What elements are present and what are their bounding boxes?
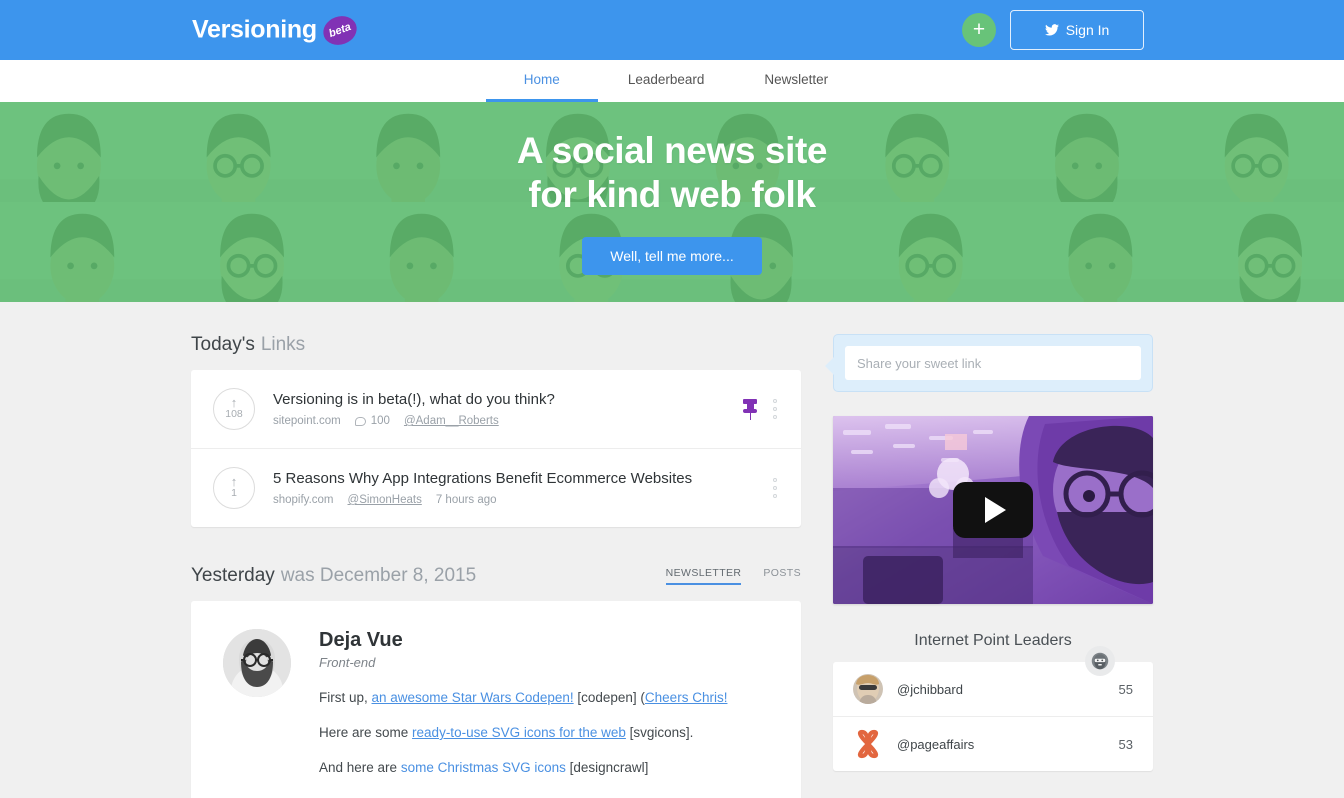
row-actions — [771, 476, 779, 500]
newsletter-text: [codepen] ( — [573, 690, 645, 705]
share-link-input[interactable] — [845, 346, 1141, 380]
leader-handle[interactable]: @pageaffairs — [897, 737, 1105, 752]
hero-cta-button[interactable]: Well, tell me more... — [582, 236, 762, 275]
flower-logo-icon — [857, 729, 879, 759]
link-title[interactable]: 5 Reasons Why App Integrations Benefit E… — [273, 470, 753, 488]
main-content: Today's Links ↑ 108 Versioning is in bet… — [191, 302, 1153, 798]
row-actions — [743, 397, 779, 421]
yesterday-heading-row: Yesterday was December 8, 2015 NEWSLETTE… — [191, 565, 801, 587]
subtab-newsletter[interactable]: NEWSLETTER — [665, 567, 742, 585]
newsletter-body: Deja Vue Front-end First up, an awesome … — [319, 629, 769, 793]
add-link-button[interactable]: + — [962, 13, 996, 47]
newsletter-text: First up, — [319, 690, 372, 705]
comment-bubble-icon — [354, 416, 366, 426]
link-domain: sitepoint.com — [273, 415, 341, 427]
newsletter-subtitle: Front-end — [319, 655, 376, 670]
video-thumbnail[interactable] — [833, 416, 1153, 604]
tab-newsletter[interactable]: Newsletter — [734, 60, 858, 102]
row-overflow-menu-icon[interactable] — [771, 397, 779, 421]
upvote-button[interactable]: ↑ 108 — [213, 388, 255, 430]
link-meta: shopify.com @SimonHeats 7 hours ago — [273, 494, 753, 506]
header-actions: + Sign In — [962, 10, 1144, 50]
avatar — [853, 674, 883, 704]
sign-in-label: Sign In — [1065, 22, 1110, 38]
leader-handle[interactable]: @jchibbard — [897, 682, 1105, 697]
leader-score: 53 — [1118, 736, 1133, 752]
tab-home[interactable]: Home — [485, 60, 598, 102]
twitter-icon — [1044, 24, 1059, 36]
leader-score: 55 — [1118, 681, 1133, 697]
link-title[interactable]: Versioning is in beta(!), what do you th… — [273, 391, 725, 409]
pin-icon[interactable] — [743, 398, 757, 420]
link-body: 5 Reasons Why App Integrations Benefit E… — [273, 470, 753, 506]
table-row[interactable]: ↑ 108 Versioning is in beta(!), what do … — [191, 370, 801, 449]
newsletter-paragraph: And here are some Christmas SVG icons [d… — [319, 758, 769, 779]
right-sidebar: Internet Point Leaders — [825, 334, 1153, 798]
yesterday-heading-strong: Yesterday — [191, 565, 275, 586]
leaders-list: @jchibbard 55 @pageaffairs 53 — [833, 646, 1153, 771]
links-list: ↑ 108 Versioning is in beta(!), what do … — [191, 370, 801, 527]
link-meta: sitepoint.com 100 @Adam__Roberts — [273, 415, 725, 427]
tab-leaderbeard[interactable]: Leaderbeard — [598, 60, 735, 102]
main-navigation: Home Leaderbeard Newsletter — [0, 60, 1344, 102]
upvote-arrow-icon: ↑ — [230, 395, 238, 410]
play-triangle-icon — [984, 497, 1006, 523]
yesterday-heading: Yesterday was December 8, 2015 — [191, 565, 476, 587]
newsletter-link[interactable]: some Christmas SVG icons — [401, 760, 566, 775]
left-column: Today's Links ↑ 108 Versioning is in bet… — [191, 334, 801, 798]
hero-title: A social news site for kind web folk — [516, 129, 828, 216]
play-button[interactable] — [953, 482, 1033, 538]
upvote-count: 108 — [225, 408, 243, 420]
brand-name: Versioning — [192, 15, 317, 44]
link-author[interactable]: @SimonHeats — [348, 494, 422, 506]
hero-banner: A social news site for kind web folk Wel… — [0, 102, 1344, 302]
brand-logo[interactable]: Versioning beta — [192, 11, 361, 49]
table-row[interactable]: ↑ 1 5 Reasons Why App Integrations Benef… — [191, 449, 801, 527]
newsletter-text: And here are — [319, 759, 401, 775]
hero-title-line-1: A social news site — [516, 130, 828, 172]
user-photo-avatar-icon — [853, 674, 883, 704]
share-link-bubble — [825, 334, 1153, 392]
bearded-face-icon — [1085, 646, 1115, 676]
link-domain: shopify.com — [273, 494, 334, 506]
upvote-count: 1 — [231, 487, 237, 499]
yesterday-heading-muted: was December 8, 2015 — [280, 565, 477, 586]
link-time: 7 hours ago — [435, 494, 497, 506]
comment-count: 100 — [370, 415, 390, 427]
bearded-man-avatar-icon — [223, 629, 291, 697]
comment-count-chip[interactable]: 100 — [354, 415, 390, 427]
newsletter-paragraphs: First up, an awesome Star Wars Codepen! … — [319, 688, 769, 779]
newsletter-text: [svgicons]. — [625, 724, 694, 740]
avatar — [853, 729, 883, 759]
beta-badge: beta — [319, 11, 361, 49]
site-header: Versioning beta + Sign In — [0, 0, 1344, 60]
upvote-arrow-icon: ↑ — [230, 474, 238, 489]
newsletter-text: Here are some — [319, 724, 413, 740]
newsletter-paragraph: First up, an awesome Star Wars Codepen! … — [319, 688, 769, 709]
row-overflow-menu-icon[interactable] — [771, 476, 779, 500]
todays-links-heading: Today's Links — [191, 334, 801, 356]
newsletter-link[interactable]: an awesome Star Wars Codepen! — [372, 690, 574, 705]
hero-title-line-2: for kind web folk — [528, 174, 816, 215]
upvote-button[interactable]: ↑ 1 — [213, 467, 255, 509]
link-author[interactable]: @Adam__Roberts — [404, 415, 499, 427]
list-item[interactable]: @pageaffairs 53 — [833, 717, 1153, 771]
subtab-posts[interactable]: POSTS — [763, 567, 801, 585]
sign-in-button[interactable]: Sign In — [1010, 10, 1144, 50]
newsletter-link[interactable]: ready-to-use SVG icons for the web — [412, 725, 626, 740]
newsletter-link[interactable]: Cheers Chris! — [645, 690, 728, 705]
newsletter-title: Deja Vue — [319, 629, 403, 651]
todays-links-heading-muted: Links — [260, 334, 306, 355]
newsletter-paragraph: Here are some ready-to-use SVG icons for… — [319, 723, 769, 744]
avatar — [223, 629, 291, 697]
hero-content: A social news site for kind web folk Wel… — [516, 129, 828, 275]
todays-links-heading-strong: Today's — [191, 334, 255, 355]
link-body: Versioning is in beta(!), what do you th… — [273, 391, 725, 427]
yesterday-subtabs: NEWSLETTER POSTS — [665, 567, 801, 587]
newsletter-text: [designcrawl] — [565, 759, 649, 775]
newsletter-card: Deja Vue Front-end First up, an awesome … — [191, 601, 801, 798]
